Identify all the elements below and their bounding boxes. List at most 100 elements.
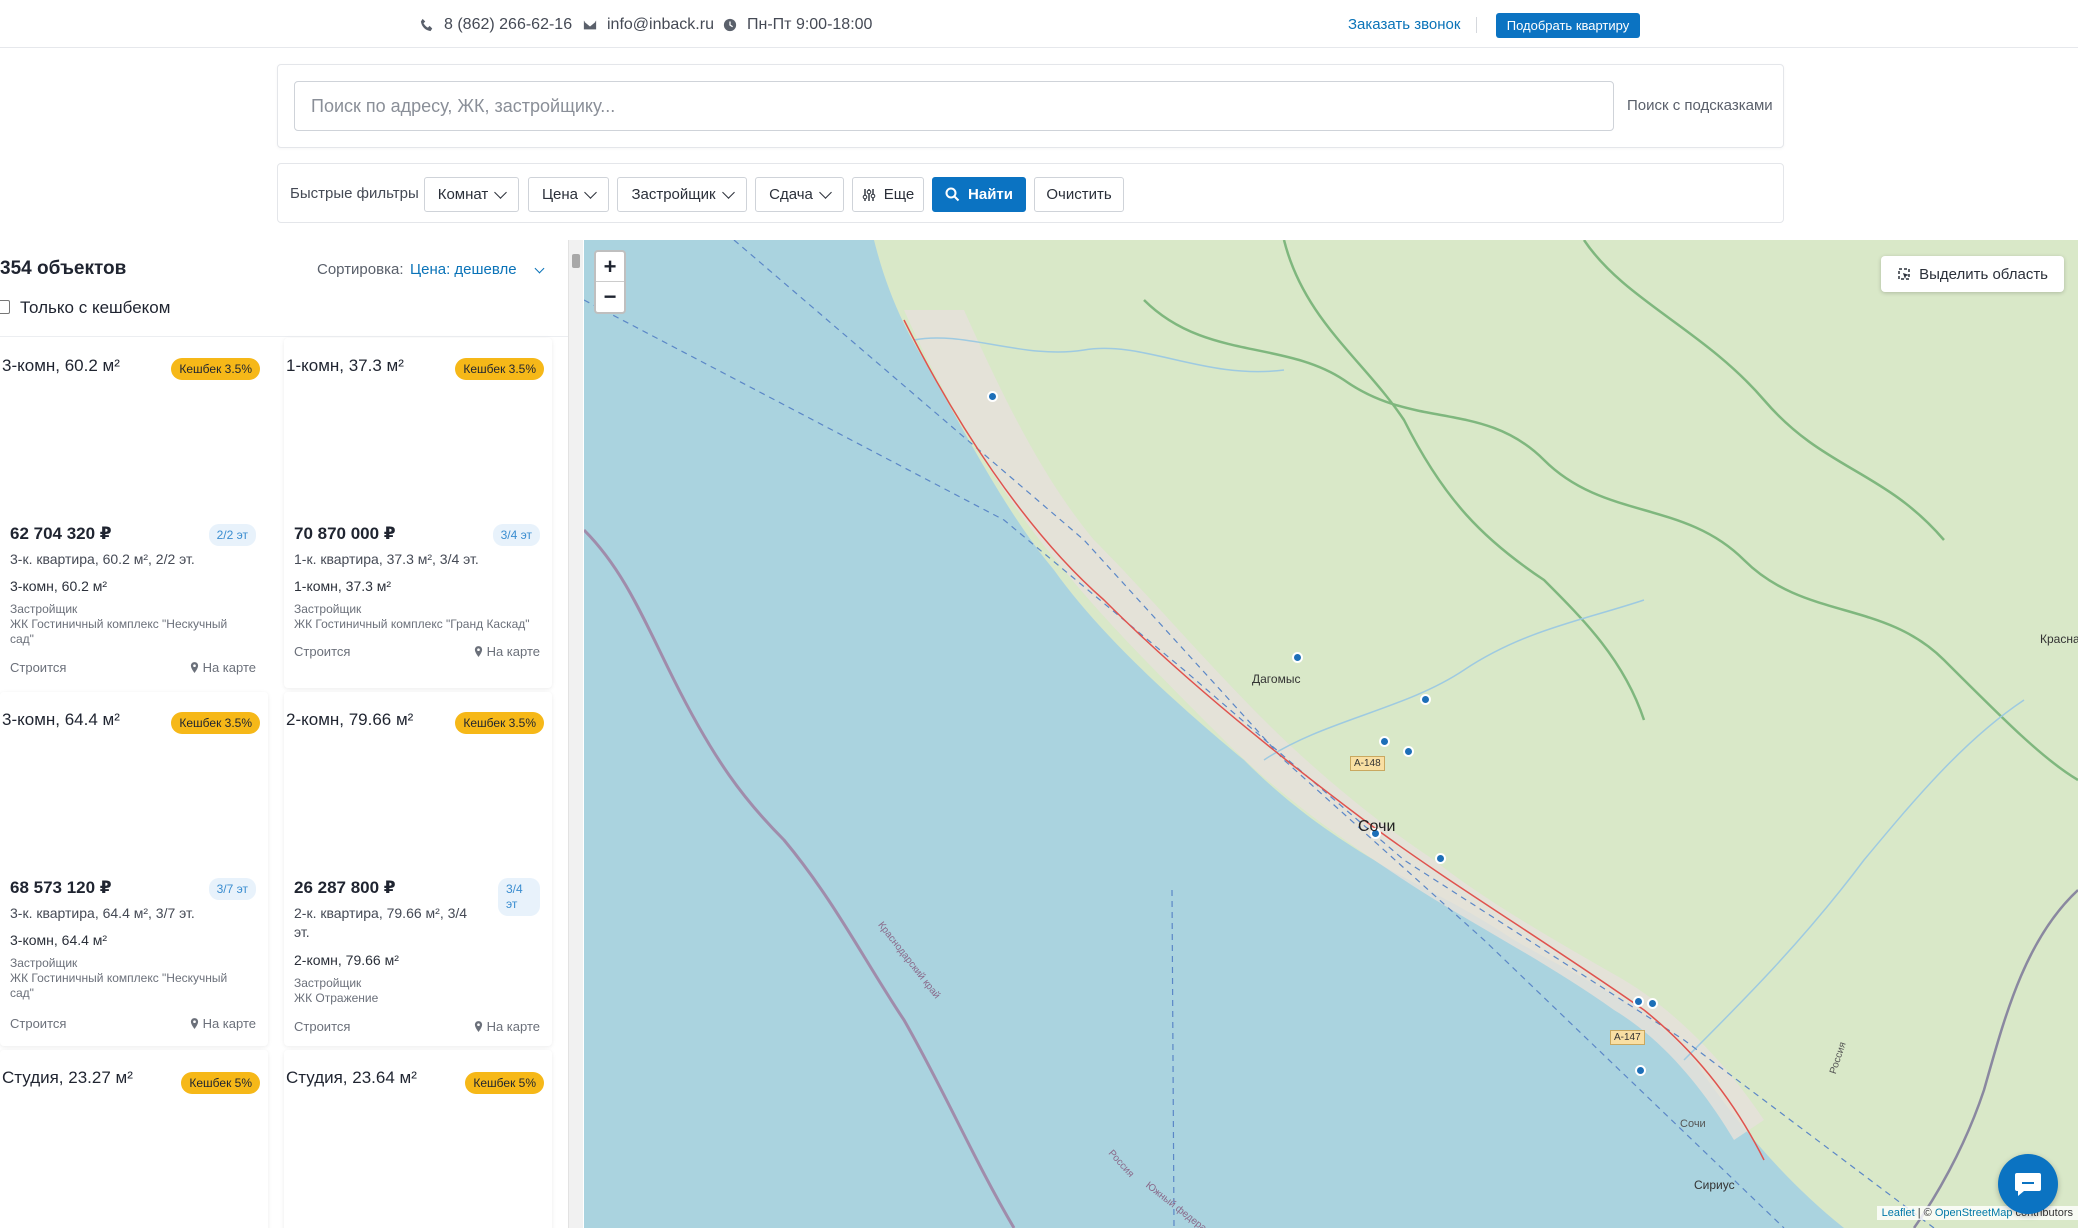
listing-subtitle: 2-комн, 79.66 м² bbox=[294, 952, 399, 968]
listing-card[interactable]: 1-комн, 37.3 м² Кешбек 3.5% 70 870 000 ₽… bbox=[284, 338, 552, 688]
complex-name: ЖК Гостиничный комплекс "Нескучный сад" bbox=[10, 617, 228, 646]
find-button[interactable]: Найти bbox=[932, 177, 1026, 212]
map-marker[interactable] bbox=[1635, 1065, 1646, 1076]
rooms-filter-dropdown[interactable]: Комнат bbox=[424, 177, 519, 212]
listing-card[interactable]: Студия, 23.27 м² Кешбек 5% bbox=[0, 1050, 268, 1228]
search-icon bbox=[945, 187, 960, 202]
listing-title: 3-комн, 60.2 м² bbox=[2, 356, 120, 375]
developer-label: Застройщик bbox=[10, 602, 78, 616]
clock-icon bbox=[723, 18, 737, 32]
cashback-only-label[interactable]: Только с кешбеком bbox=[20, 298, 170, 318]
delivery-filter-label: Сдача bbox=[769, 186, 813, 203]
chat-widget-button[interactable] bbox=[1998, 1154, 2058, 1214]
on-map-link[interactable]: На карте bbox=[190, 660, 256, 675]
chevron-down-icon[interactable] bbox=[534, 263, 545, 274]
search-input[interactable]: Поиск по адресу, ЖК, застройщику... bbox=[294, 81, 1614, 131]
map-marker[interactable] bbox=[1647, 998, 1658, 1009]
map-marker[interactable] bbox=[1403, 746, 1414, 757]
on-map-label: На карте bbox=[202, 1016, 256, 1031]
listing-title: Студия, 23.64 м² bbox=[286, 1068, 417, 1087]
scrollbar-thumb[interactable] bbox=[572, 254, 580, 268]
leaflet-link[interactable]: Leaflet bbox=[1882, 1207, 1915, 1219]
listing-card[interactable]: 2-комн, 79.66 м² Кешбек 3.5% 26 287 800 … bbox=[284, 692, 552, 1046]
map-attribution: Leaflet | © OpenStreetMap contributors bbox=[1876, 1206, 2078, 1220]
pick-apartment-button[interactable]: Подобрать квартиру bbox=[1496, 13, 1640, 38]
divider bbox=[0, 336, 568, 337]
chevron-down-icon bbox=[494, 186, 508, 199]
select-area-label: Выделить область bbox=[1919, 265, 2048, 283]
zoom-in-button[interactable]: + bbox=[596, 252, 624, 282]
map-label-sochi: Сочи bbox=[1358, 818, 1396, 835]
search-panel: Поиск по адресу, ЖК, застройщику... Поис… bbox=[277, 64, 1784, 148]
construction-status: Строится bbox=[294, 644, 351, 659]
clear-button[interactable]: Очистить bbox=[1034, 177, 1124, 212]
listing-description: 1-к. квартира, 37.3 м², 3/4 эт. bbox=[294, 551, 479, 567]
osm-link[interactable]: OpenStreetMap bbox=[1935, 1207, 2013, 1219]
sliders-icon bbox=[862, 188, 876, 201]
floor-badge: 3/4 эт bbox=[492, 524, 540, 546]
floor-badge: 2/2 эт bbox=[208, 524, 256, 546]
complex-name: ЖК Гостиничный комплекс "Гранд Каскад" bbox=[294, 617, 530, 631]
more-filters-button[interactable]: Еще bbox=[852, 177, 924, 212]
map-label-dagomys: Дагомыс bbox=[1252, 672, 1301, 686]
listing-price: 62 704 320 ₽ bbox=[10, 524, 112, 543]
map-marker[interactable] bbox=[987, 391, 998, 402]
construction-status: Строится bbox=[294, 1019, 351, 1034]
cashback-only-checkbox[interactable] bbox=[0, 300, 10, 314]
delivery-filter-dropdown[interactable]: Сдача bbox=[755, 177, 844, 212]
list-scrollbar[interactable] bbox=[568, 240, 583, 1228]
on-map-link[interactable]: На карте bbox=[474, 1019, 540, 1034]
map-marker[interactable] bbox=[1379, 736, 1390, 747]
map[interactable]: Дагомыс Сочи Сириус Сочи Красна А-148 А-… bbox=[584, 240, 2078, 1228]
rooms-filter-label: Комнат bbox=[437, 186, 489, 203]
hours-text: Пн-Пт 9:00-18:00 bbox=[747, 16, 873, 33]
cashback-badge: Кешбек 5% bbox=[465, 1072, 544, 1094]
map-label-krasnaya: Красна bbox=[2040, 632, 2078, 646]
find-label: Найти bbox=[968, 186, 1013, 203]
cashback-badge: Кешбек 3.5% bbox=[171, 712, 260, 734]
select-area-button[interactable]: Выделить область bbox=[1881, 256, 2064, 292]
sort-select[interactable]: Цена: дешевле bbox=[410, 261, 517, 278]
phone-number[interactable]: 8 (862) 266-62-16 bbox=[444, 16, 572, 34]
listing-price: 26 287 800 ₽ bbox=[294, 878, 396, 897]
road-label-a148: А-148 bbox=[1350, 756, 1385, 771]
email-address[interactable]: info@inback.ru bbox=[607, 16, 714, 34]
developer-label: Застройщик bbox=[294, 976, 362, 990]
listing-card[interactable]: 3-комн, 60.2 м² Кешбек 3.5% 62 704 320 ₽… bbox=[0, 338, 268, 688]
listing-price: 68 573 120 ₽ bbox=[10, 878, 112, 897]
on-map-link[interactable]: На карте bbox=[190, 1016, 256, 1031]
map-marker[interactable] bbox=[1633, 996, 1644, 1007]
cashback-badge: Кешбек 3.5% bbox=[455, 712, 544, 734]
listing-subtitle: 3-комн, 60.2 м² bbox=[10, 578, 108, 594]
attribution-separator: | © bbox=[1914, 1207, 1935, 1219]
chevron-down-icon bbox=[584, 186, 597, 199]
results-count: 354 объектов bbox=[0, 258, 127, 279]
floor-badge: 3/7 эт bbox=[208, 878, 256, 900]
listing-card[interactable]: Студия, 23.64 м² Кешбек 5% bbox=[284, 1050, 552, 1228]
developer-filter-dropdown[interactable]: Застройщик bbox=[617, 177, 747, 212]
phone-contact[interactable]: 8 (862) 266-62-16 bbox=[420, 16, 572, 34]
phone-icon bbox=[420, 18, 433, 32]
on-map-link[interactable]: На карте bbox=[474, 644, 540, 659]
listing-description: 3-к. квартира, 60.2 м², 2/2 эт. bbox=[10, 551, 195, 567]
divider bbox=[1476, 17, 1477, 33]
cashback-badge: Кешбек 5% bbox=[181, 1072, 260, 1094]
listing-subtitle: 3-комн, 64.4 м² bbox=[10, 932, 108, 948]
select-area-icon bbox=[1898, 268, 1910, 280]
listing-subtitle: 1-комн, 37.3 м² bbox=[294, 578, 392, 594]
map-pin-icon bbox=[474, 646, 482, 657]
callback-link[interactable]: Заказать звонок bbox=[1348, 16, 1460, 33]
zoom-out-button[interactable]: − bbox=[596, 282, 624, 312]
price-filter-dropdown[interactable]: Цена bbox=[528, 177, 609, 212]
email-contact[interactable]: info@inback.ru bbox=[583, 16, 714, 34]
listing-title: 1-комн, 37.3 м² bbox=[286, 356, 404, 375]
quick-filters-label: Быстрые фильтры bbox=[290, 185, 419, 202]
listing-title: 3-комн, 64.4 м² bbox=[2, 710, 120, 729]
listing-title: Студия, 23.27 м² bbox=[2, 1068, 133, 1087]
map-marker[interactable] bbox=[1420, 694, 1431, 705]
quick-filters-panel: Быстрые фильтры Комнат Цена Застройщик С… bbox=[277, 163, 1784, 223]
map-marker[interactable] bbox=[1292, 652, 1303, 663]
listing-card[interactable]: 3-комн, 64.4 м² Кешбек 3.5% 68 573 120 ₽… bbox=[0, 692, 268, 1046]
map-marker[interactable] bbox=[1435, 853, 1446, 864]
results-list: 354 объектов Сортировка: Цена: дешевле Т… bbox=[0, 240, 568, 1228]
